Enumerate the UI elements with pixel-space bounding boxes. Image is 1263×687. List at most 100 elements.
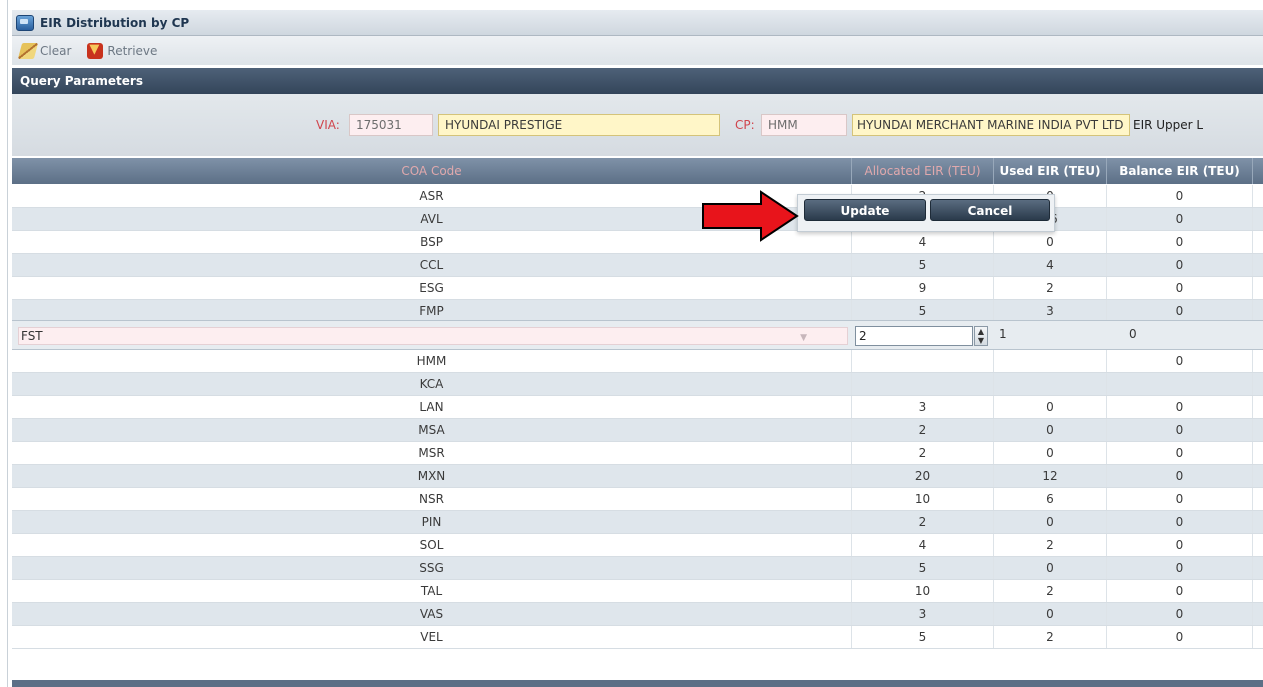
cell-used-eir: 12	[994, 465, 1107, 487]
col-coa-code[interactable]: COA Code	[12, 158, 852, 184]
bottom-bar	[12, 680, 1263, 687]
update-button[interactable]: Update	[804, 199, 926, 221]
table-row[interactable]: ESG 9 2 0	[12, 277, 1263, 300]
eir-grid: COA Code Allocated EIR (TEU) Used EIR (T…	[12, 158, 1263, 656]
cell-balance-eir: 0	[1107, 300, 1253, 322]
table-row[interactable]: KCA	[12, 373, 1263, 396]
cell-used-eir: 0	[994, 442, 1107, 464]
cell-allocated-eir: 10	[852, 580, 994, 602]
download-arrow-icon	[87, 42, 104, 59]
cell-balance-eir: 0	[1107, 350, 1253, 372]
cell-balance-eir: 0	[1107, 488, 1253, 510]
table-row[interactable]: BSP 4 0 0	[12, 231, 1263, 254]
eir-upper-limit-label: EIR Upper L	[1133, 118, 1204, 132]
cell-allocated-eir: 10	[852, 488, 994, 510]
table-row[interactable]: NSR 10 6 0	[12, 488, 1263, 511]
coa-code-value: FST	[21, 329, 43, 343]
table-row[interactable]: LAN 3 0 0	[12, 396, 1263, 419]
cell-coa-code: NSR	[12, 488, 852, 510]
window-left-border	[7, 0, 8, 687]
cell-used-eir: 3	[994, 300, 1107, 322]
cell-allocated-eir: 2	[852, 511, 994, 533]
table-row[interactable]: AVL66460	[12, 208, 1263, 231]
broom-icon	[17, 42, 39, 59]
cell-allocated-eir: 5	[852, 300, 994, 322]
via-label: VIA:	[316, 118, 340, 132]
table-row[interactable]: SOL 4 2 0	[12, 534, 1263, 557]
balance-eir-value: 0	[1129, 327, 1137, 341]
toolbar: Clear Retrieve	[12, 36, 1263, 65]
query-parameters-panel: VIA: 175031 HYUNDAI PRESTIGE CP: HMM HYU…	[12, 94, 1263, 156]
cell-balance-eir: 0	[1107, 442, 1253, 464]
cell-used-eir: 0	[994, 511, 1107, 533]
cell-balance-eir: 0	[1107, 511, 1253, 533]
cell-balance-eir: 0	[1107, 208, 1253, 230]
cell-coa-code: PIN	[12, 511, 852, 533]
retrieve-button[interactable]: Retrieve	[87, 42, 157, 59]
chevron-down-icon[interactable]: ▼	[800, 330, 807, 346]
allocated-eir-input[interactable]: 2	[855, 326, 973, 346]
cell-coa-code: KCA	[12, 373, 852, 395]
cell-balance-eir: 0	[1107, 626, 1253, 648]
cell-coa-code: LAN	[12, 396, 852, 418]
cell-balance-eir	[1107, 373, 1253, 395]
clear-label: Clear	[40, 43, 72, 58]
section-title: Query Parameters	[20, 74, 143, 88]
cell-coa-code: CCL	[12, 254, 852, 276]
table-row[interactable]: MSA 2 0 0	[12, 419, 1263, 442]
cancel-button[interactable]: Cancel	[930, 199, 1050, 221]
window-titlebar: EIR Distribution by CP	[12, 10, 1263, 36]
cp-code-field[interactable]: HMM	[761, 114, 847, 136]
clear-button[interactable]: Clear	[17, 42, 72, 59]
window-title: EIR Distribution by CP	[40, 15, 190, 30]
cell-balance-eir: 0	[1107, 185, 1253, 207]
cell-used-eir: 2	[994, 580, 1107, 602]
cell-used-eir	[994, 350, 1107, 372]
cell-coa-code: MXN	[12, 465, 852, 487]
table-row[interactable]: HMM 0	[12, 350, 1263, 373]
cell-allocated-eir: 20	[852, 465, 994, 487]
table-row[interactable]: VEL 5 2 0	[12, 626, 1263, 649]
cell-used-eir: 2	[994, 534, 1107, 556]
cell-balance-eir: 0	[1107, 603, 1253, 625]
cell-balance-eir: 0	[1107, 534, 1253, 556]
coa-code-combo[interactable]: FST ▼	[18, 327, 848, 345]
cell-used-eir: 0	[994, 557, 1107, 579]
cell-allocated-eir: 5	[852, 254, 994, 276]
cell-coa-code: MSA	[12, 419, 852, 441]
cell-coa-code: SOL	[12, 534, 852, 556]
cell-coa-code: VEL	[12, 626, 852, 648]
cell-coa-code: SSG	[12, 557, 852, 579]
cell-allocated-eir: 5	[852, 626, 994, 648]
cell-used-eir: 0	[994, 396, 1107, 418]
via-name-field[interactable]: HYUNDAI PRESTIGE	[438, 114, 720, 136]
spinner-icon[interactable]: ▲ ▼	[974, 326, 988, 346]
cell-used-eir	[994, 373, 1107, 395]
col-used-eir[interactable]: Used EIR (TEU)	[994, 158, 1107, 184]
cell-coa-code: TAL	[12, 580, 852, 602]
table-row[interactable]: PIN 2 0 0	[12, 511, 1263, 534]
cell-allocated-eir: 9	[852, 277, 994, 299]
query-parameters-header: Query Parameters	[12, 68, 1263, 94]
col-allocated-eir[interactable]: Allocated EIR (TEU)	[852, 158, 994, 184]
cell-coa-code: VAS	[12, 603, 852, 625]
table-row[interactable]: TAL 10 2 0	[12, 580, 1263, 603]
cell-used-eir: 2	[994, 626, 1107, 648]
cp-name-field[interactable]: HYUNDAI MERCHANT MARINE INDIA PVT LTD	[852, 114, 1130, 136]
via-code-field[interactable]: 175031	[349, 114, 433, 136]
table-row[interactable]: MSR 2 0 0	[12, 442, 1263, 465]
cell-used-eir: 2	[994, 277, 1107, 299]
grid-header: COA Code Allocated EIR (TEU) Used EIR (T…	[12, 158, 1263, 184]
table-row[interactable]: MXN 20 12 0	[12, 465, 1263, 488]
table-row[interactable]: SSG 5 0 0	[12, 557, 1263, 580]
cell-coa-code: ESG	[12, 277, 852, 299]
table-row[interactable]: VAS 3 0 0	[12, 603, 1263, 626]
cell-used-eir: 4	[994, 254, 1107, 276]
monitor-icon	[16, 14, 34, 31]
table-row[interactable]: CCL 5 4 0	[12, 254, 1263, 277]
table-row-editing[interactable]: FST ▼ 2 ▲ ▼ 1 0	[12, 320, 1263, 350]
col-balance-eir[interactable]: Balance EIR (TEU)	[1107, 158, 1253, 184]
cell-allocated-eir	[852, 373, 994, 395]
table-row[interactable]: ASR200	[12, 185, 1263, 208]
cell-allocated-eir: 3	[852, 603, 994, 625]
